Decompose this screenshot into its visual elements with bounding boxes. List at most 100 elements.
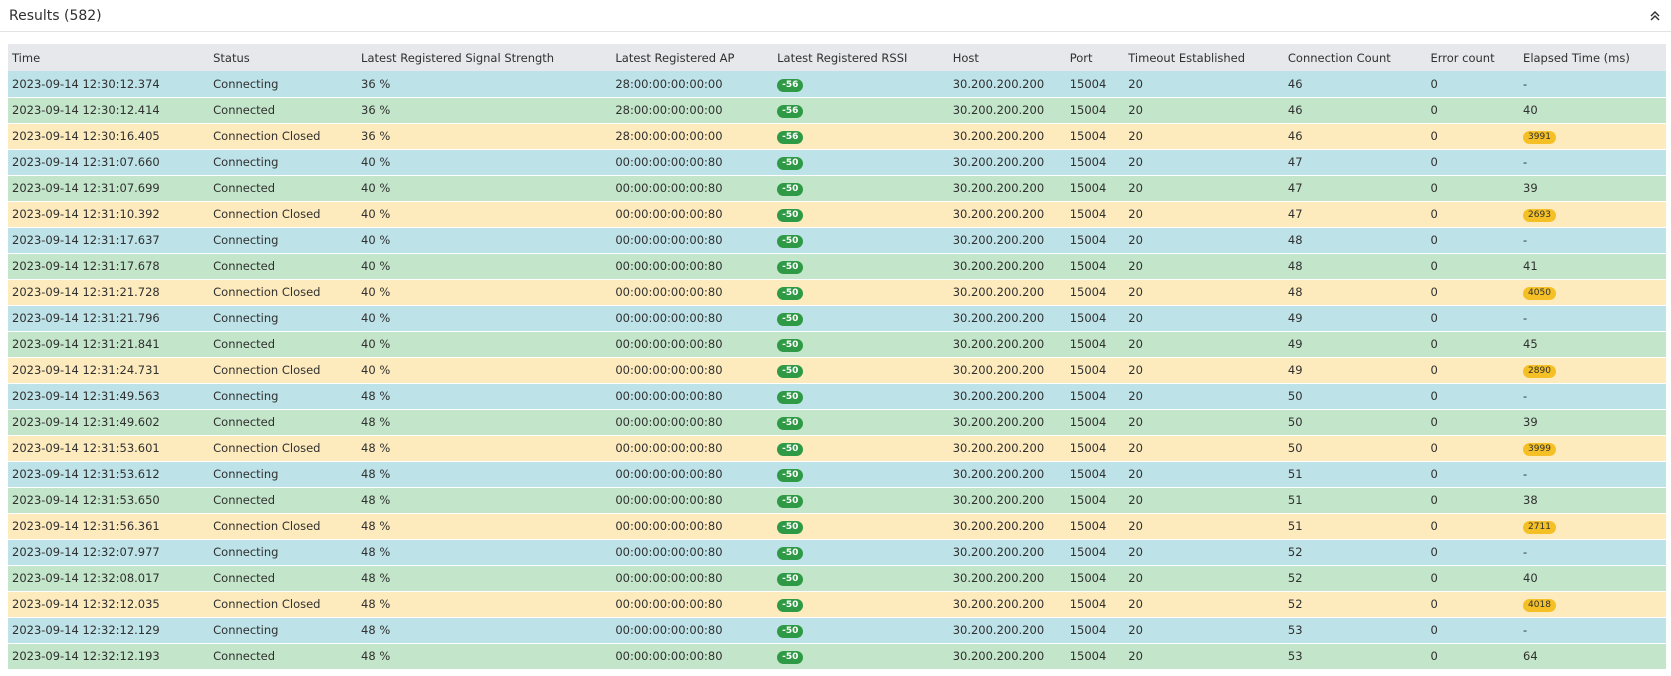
cell-timeout: 20 bbox=[1124, 123, 1284, 150]
cell-timeout: 20 bbox=[1124, 175, 1284, 202]
cell-timeout: 20 bbox=[1124, 97, 1284, 124]
table-row[interactable]: 2023-09-14 12:31:21.841 Connected 40 % 00:0… bbox=[8, 331, 1666, 358]
cell-elapsed-time: 40 bbox=[1519, 565, 1666, 592]
cell-status: Connected bbox=[209, 565, 358, 592]
cell-timeout: 20 bbox=[1124, 253, 1284, 280]
cell-error-count: 0 bbox=[1426, 643, 1520, 670]
cell-port: 15004 bbox=[1065, 149, 1125, 176]
cell-error-count: 0 bbox=[1426, 97, 1520, 124]
cell-connection-count: 46 bbox=[1283, 71, 1427, 98]
cell-error-count: 0 bbox=[1426, 227, 1520, 254]
cell-host: 30.200.200.200 bbox=[948, 487, 1066, 514]
column-header-port[interactable]: Port bbox=[1065, 44, 1125, 71]
column-header-ap[interactable]: Latest Registered AP bbox=[611, 44, 774, 71]
cell-connection-count: 48 bbox=[1283, 227, 1427, 254]
rssi-badge: -50 bbox=[777, 599, 804, 612]
table-row[interactable]: 2023-09-14 12:30:12.414 Connected 36 % 28:0… bbox=[8, 97, 1666, 124]
cell-elapsed-time: 4050 bbox=[1519, 279, 1666, 306]
cell-ap: 00:00:00:00:00:80 bbox=[611, 383, 774, 410]
cell-ap: 00:00:00:00:00:80 bbox=[611, 357, 774, 384]
table-row[interactable]: 2023-09-14 12:31:56.361 Connection Closed… bbox=[8, 513, 1666, 540]
cell-rssi: -50 bbox=[773, 461, 949, 488]
cell-rssi: -50 bbox=[773, 539, 949, 566]
column-header-connection-count[interactable]: Connection Count bbox=[1283, 44, 1427, 71]
cell-elapsed-time: 45 bbox=[1519, 331, 1666, 358]
column-header-error-count[interactable]: Error count bbox=[1426, 44, 1520, 71]
cell-elapsed-time: - bbox=[1519, 461, 1666, 488]
rssi-badge: -50 bbox=[777, 209, 804, 222]
cell-timeout: 20 bbox=[1124, 227, 1284, 254]
cell-elapsed-time: 38 bbox=[1519, 487, 1666, 514]
cell-status: Connection Closed bbox=[209, 513, 358, 540]
cell-elapsed-time: 40 bbox=[1519, 97, 1666, 124]
cell-status: Connected bbox=[209, 97, 358, 124]
cell-host: 30.200.200.200 bbox=[948, 71, 1066, 98]
table-row[interactable]: 2023-09-14 12:31:17.637 Connecting 40 % 00:… bbox=[8, 227, 1666, 254]
cell-signal-strength: 36 % bbox=[357, 71, 612, 98]
column-header-timeout[interactable]: Timeout Established bbox=[1124, 44, 1284, 71]
cell-port: 15004 bbox=[1065, 331, 1125, 358]
rssi-badge: -50 bbox=[777, 313, 804, 326]
column-header-signal-strength[interactable]: Latest Registered Signal Strength bbox=[357, 44, 612, 71]
column-header-elapsed-time[interactable]: Elapsed Time (ms) bbox=[1519, 44, 1666, 71]
cell-port: 15004 bbox=[1065, 565, 1125, 592]
table-row[interactable]: 2023-09-14 12:31:10.392 Connection Closed… bbox=[8, 201, 1666, 228]
cell-error-count: 0 bbox=[1426, 513, 1520, 540]
cell-elapsed-time: 2711 bbox=[1519, 513, 1666, 540]
cell-elapsed-time: 4018 bbox=[1519, 591, 1666, 618]
cell-status: Connecting bbox=[209, 227, 358, 254]
cell-time: 2023-09-14 12:31:24.731 bbox=[8, 357, 210, 384]
table-row[interactable]: 2023-09-14 12:31:07.660 Connecting 40 % 00:… bbox=[8, 149, 1666, 176]
table-row[interactable]: 2023-09-14 12:31:49.602 Connected 48 % 00:0… bbox=[8, 409, 1666, 436]
cell-time: 2023-09-14 12:32:08.017 bbox=[8, 565, 210, 592]
cell-signal-strength: 40 % bbox=[357, 331, 612, 358]
table-row[interactable]: 2023-09-14 12:31:24.731 Connection Closed… bbox=[8, 357, 1666, 384]
cell-port: 15004 bbox=[1065, 591, 1125, 618]
table-row[interactable]: 2023-09-14 12:32:12.035 Connection Closed… bbox=[8, 591, 1666, 618]
chevron-double-up-icon[interactable] bbox=[1647, 8, 1663, 24]
table-row[interactable]: 2023-09-14 12:32:07.977 Connecting 48 % 00:… bbox=[8, 539, 1666, 566]
cell-timeout: 20 bbox=[1124, 279, 1284, 306]
table-row[interactable]: 2023-09-14 12:32:12.193 Connected 48 % 00:0… bbox=[8, 643, 1666, 670]
table-row[interactable]: 2023-09-14 12:31:21.728 Connection Closed… bbox=[8, 279, 1666, 306]
cell-host: 30.200.200.200 bbox=[948, 539, 1066, 566]
cell-connection-count: 47 bbox=[1283, 175, 1427, 202]
cell-timeout: 20 bbox=[1124, 201, 1284, 228]
cell-connection-count: 51 bbox=[1283, 513, 1427, 540]
table-row[interactable]: 2023-09-14 12:31:07.699 Connected 40 % 00:0… bbox=[8, 175, 1666, 202]
cell-status: Connecting bbox=[209, 617, 358, 644]
table-row[interactable]: 2023-09-14 12:32:12.129 Connecting 48 % 00:… bbox=[8, 617, 1666, 644]
table-row[interactable]: 2023-09-14 12:31:21.796 Connecting 40 % 00:… bbox=[8, 305, 1666, 332]
cell-time: 2023-09-14 12:31:21.796 bbox=[8, 305, 210, 332]
cell-rssi: -50 bbox=[773, 357, 949, 384]
table-row[interactable]: 2023-09-14 12:30:16.405 Connection Closed… bbox=[8, 123, 1666, 150]
table-row[interactable]: 2023-09-14 12:31:53.601 Connection Closed… bbox=[8, 435, 1666, 462]
panel-title: Results (582) bbox=[9, 7, 102, 24]
table-row[interactable]: 2023-09-14 12:32:08.017 Connected 48 % 00:0… bbox=[8, 565, 1666, 592]
cell-signal-strength: 40 % bbox=[357, 227, 612, 254]
cell-rssi: -50 bbox=[773, 201, 949, 228]
column-header-rssi[interactable]: Latest Registered RSSI bbox=[773, 44, 949, 71]
table-row[interactable]: 2023-09-14 12:31:49.563 Connecting 48 % 00:… bbox=[8, 383, 1666, 410]
elapsed-time-badge: 3991 bbox=[1523, 131, 1556, 144]
table-row[interactable]: 2023-09-14 12:30:12.374 Connecting 36 % 28:… bbox=[8, 71, 1666, 98]
cell-error-count: 0 bbox=[1426, 201, 1520, 228]
results-table-container[interactable]: Time Status Latest Registered Signal Str… bbox=[8, 44, 1666, 676]
cell-signal-strength: 48 % bbox=[357, 539, 612, 566]
cell-timeout: 20 bbox=[1124, 149, 1284, 176]
cell-status: Connecting bbox=[209, 383, 358, 410]
cell-status: Connected bbox=[209, 643, 358, 670]
table-row[interactable]: 2023-09-14 12:31:53.650 Connected 48 % 00:0… bbox=[8, 487, 1666, 514]
cell-time: 2023-09-14 12:31:53.650 bbox=[8, 487, 210, 514]
cell-error-count: 0 bbox=[1426, 435, 1520, 462]
column-header-time[interactable]: Time bbox=[8, 44, 210, 71]
rssi-badge: -50 bbox=[777, 443, 804, 456]
rssi-badge: -50 bbox=[777, 573, 804, 586]
table-row[interactable]: 2023-09-14 12:31:17.678 Connected 40 % 00:0… bbox=[8, 253, 1666, 280]
cell-host: 30.200.200.200 bbox=[948, 409, 1066, 436]
column-header-status[interactable]: Status bbox=[209, 44, 358, 71]
column-header-host[interactable]: Host bbox=[948, 44, 1066, 71]
cell-host: 30.200.200.200 bbox=[948, 201, 1066, 228]
cell-port: 15004 bbox=[1065, 175, 1125, 202]
table-row[interactable]: 2023-09-14 12:31:53.612 Connecting 48 % 00:… bbox=[8, 461, 1666, 488]
